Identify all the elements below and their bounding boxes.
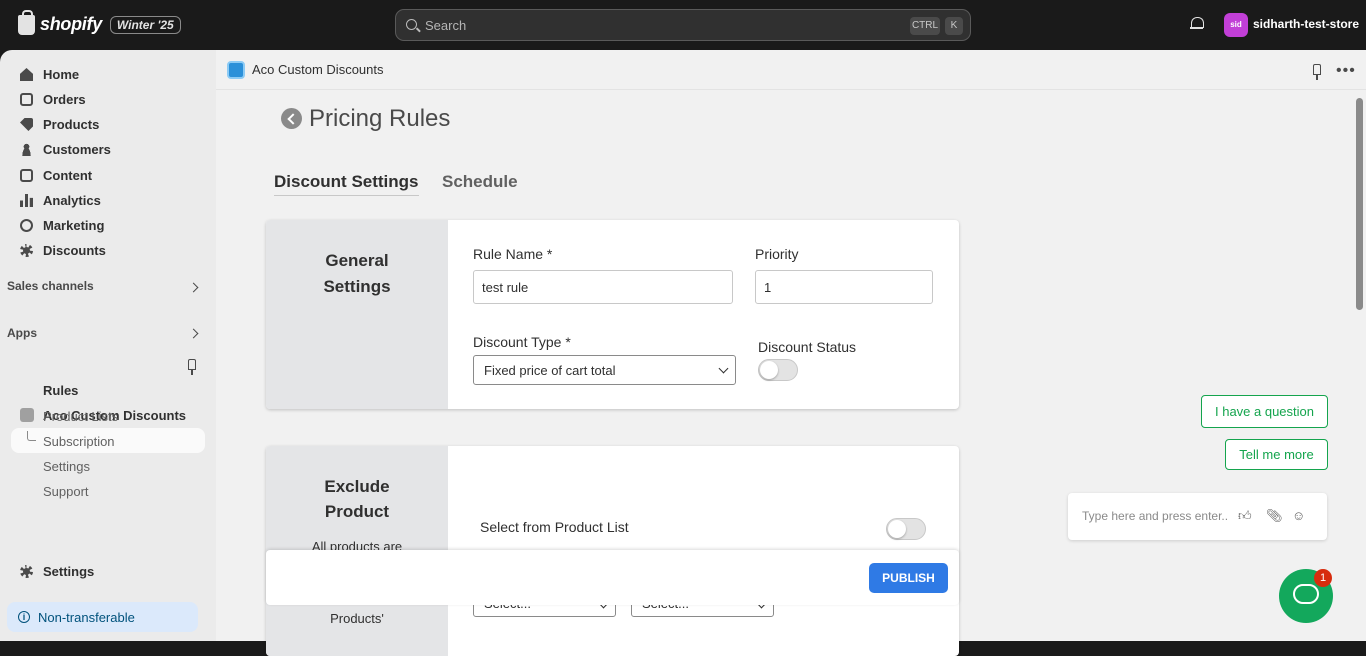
- person-icon: [20, 143, 33, 156]
- publish-bar: PUBLISH: [266, 550, 959, 605]
- top-bar: shopify Winter '25 Search CTRL K sid sid…: [0, 0, 1366, 50]
- search-input[interactable]: Search CTRL K: [395, 9, 971, 41]
- app-logo-icon: [227, 61, 245, 79]
- apps-heading[interactable]: Apps: [7, 326, 37, 340]
- shopify-bag-icon: [18, 9, 35, 35]
- notification-badge: 1: [1314, 569, 1332, 587]
- app-icon: [20, 408, 34, 422]
- sidebar-item-settings[interactable]: Settings: [20, 564, 94, 579]
- shopify-logo[interactable]: shopify Winter '25: [18, 9, 181, 35]
- chevron-right-icon[interactable]: [188, 328, 199, 339]
- main-content: Aco Custom Discounts ••• Pricing Rules D…: [216, 50, 1366, 656]
- search-icon: [406, 19, 417, 30]
- rule-name-input[interactable]: test rule: [473, 270, 733, 304]
- discount-type-label: Discount Type *: [473, 334, 571, 350]
- discount-icon: [20, 244, 33, 257]
- pin-icon[interactable]: [1313, 64, 1321, 80]
- sidebar-item-content[interactable]: Content: [20, 168, 92, 183]
- section-title-line1: General: [325, 251, 389, 270]
- sidebar-item-label: Home: [43, 67, 80, 82]
- chevron-right-icon[interactable]: [188, 282, 199, 293]
- store-name[interactable]: sidharth-test-store: [1253, 17, 1359, 31]
- rule-name-label: Rule Name *: [473, 246, 553, 262]
- tab-schedule[interactable]: Schedule: [442, 172, 518, 192]
- avatar[interactable]: sid: [1224, 13, 1248, 37]
- sidebar-item-label: Customers: [43, 142, 111, 157]
- app-header: Aco Custom Discounts •••: [216, 50, 1366, 90]
- tag-icon: [20, 118, 33, 131]
- scrollbar-thumb[interactable]: [1356, 98, 1363, 310]
- app-title: Aco Custom Discounts: [252, 62, 384, 77]
- sidebar-item-discounts[interactable]: Discounts: [20, 243, 106, 258]
- sidebar-item-label: Products: [43, 117, 100, 132]
- logo-text: shopify: [40, 14, 102, 34]
- tab-discount-settings[interactable]: Discount Settings: [274, 172, 419, 196]
- sidebar-item-label: Discounts: [43, 243, 106, 258]
- target-icon: [20, 219, 33, 232]
- sidebar-item-analytics[interactable]: Analytics: [20, 193, 101, 208]
- bar-chart-icon: [20, 194, 33, 207]
- sales-channels-heading[interactable]: Sales channels: [7, 279, 94, 293]
- shortcut-ctrl: CTRL: [910, 17, 940, 35]
- sidebar-subitem-rules[interactable]: Rules: [43, 383, 78, 398]
- sidebar-item-label: Marketing: [43, 218, 105, 233]
- chat-input[interactable]: Type here and press enter..: [1082, 509, 1228, 523]
- select-from-list-toggle[interactable]: [886, 518, 926, 540]
- sidebar-subitem-subscription[interactable]: Subscription: [43, 434, 115, 449]
- pin-icon[interactable]: [188, 359, 196, 375]
- edition-badge[interactable]: Winter '25: [109, 15, 181, 34]
- publish-button[interactable]: PUBLISH: [869, 563, 948, 593]
- orders-icon: [20, 93, 33, 106]
- content-icon: [20, 169, 33, 182]
- bell-icon[interactable]: [1190, 17, 1204, 31]
- info-icon: i: [18, 611, 30, 623]
- i-have-a-question-button[interactable]: I have a question: [1201, 395, 1328, 428]
- priority-input[interactable]: 1: [755, 270, 933, 304]
- sidebar-item-orders[interactable]: Orders: [20, 92, 86, 107]
- card-side-panel: General Settings: [266, 220, 448, 409]
- general-settings-card: General Settings Rule Name * test rule P…: [266, 220, 959, 409]
- section-description: Products': [330, 611, 384, 626]
- shortcut-k: K: [945, 17, 963, 35]
- chat-input-box[interactable]: Type here and press enter.. 👍︎ 📎︎ ☺: [1068, 493, 1327, 540]
- sidebar-subitem-settings[interactable]: Settings: [43, 459, 90, 474]
- back-arrow-icon[interactable]: [281, 108, 302, 129]
- section-title-line1: Exclude: [324, 477, 390, 496]
- page-title: Pricing Rules: [309, 105, 451, 132]
- sidebar-item-products[interactable]: Products: [20, 117, 99, 132]
- more-actions-icon[interactable]: •••: [1336, 63, 1356, 79]
- section-title-line2: Product: [324, 502, 390, 521]
- sidebar-item-label: Orders: [43, 92, 86, 107]
- sidebar: Home Orders Products Customers Content A…: [0, 50, 216, 641]
- home-icon: [20, 68, 33, 81]
- sidebar-subitem-product-lists[interactable]: Product Lists: [43, 409, 118, 424]
- sidebar-item-home[interactable]: Home: [20, 67, 79, 82]
- discount-status-toggle[interactable]: [758, 359, 798, 381]
- search-placeholder: Search: [425, 18, 467, 33]
- priority-label: Priority: [755, 246, 799, 262]
- discount-status-label: Discount Status: [758, 339, 857, 355]
- sidebar-item-label: Settings: [43, 564, 95, 579]
- sidebar-item-customers[interactable]: Customers: [20, 142, 111, 157]
- sidebar-subitem-support[interactable]: Support: [43, 484, 89, 499]
- discount-type-select[interactable]: Fixed price of cart total: [473, 355, 736, 385]
- tell-me-more-button[interactable]: Tell me more: [1225, 439, 1328, 470]
- tree-connector-icon: [27, 431, 36, 441]
- select-from-list-label: Select from Product List: [480, 519, 629, 535]
- emoji-icon[interactable]: ☺: [1292, 509, 1306, 523]
- sidebar-item-label: Analytics: [43, 193, 101, 208]
- section-title-line2: Settings: [323, 277, 391, 296]
- paperclip-icon[interactable]: 📎︎: [1266, 509, 1283, 523]
- non-transferable-banner[interactable]: i Non-transferable: [7, 602, 198, 632]
- non-transferable-label: Non-transferable: [38, 610, 135, 625]
- sidebar-item-label: Content: [43, 168, 93, 183]
- gear-icon: [20, 565, 33, 578]
- chat-bubble-icon: [1293, 584, 1319, 604]
- sidebar-item-marketing[interactable]: Marketing: [20, 218, 104, 233]
- thumbs-up-icon[interactable]: 👍︎: [1238, 509, 1252, 523]
